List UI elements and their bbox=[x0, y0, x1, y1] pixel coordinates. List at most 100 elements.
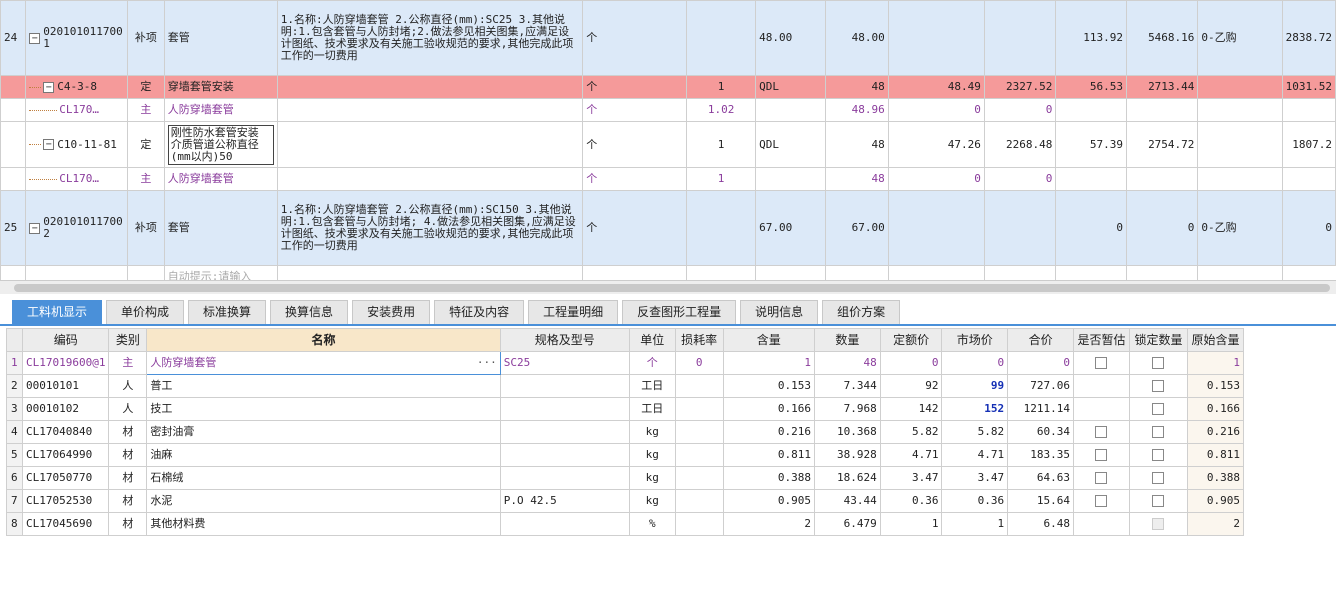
resource-category[interactable]: 人 bbox=[108, 397, 148, 421]
estimate-checkbox[interactable] bbox=[1095, 495, 1108, 507]
lock-cell[interactable] bbox=[1128, 466, 1188, 490]
resource-name[interactable]: 人防穿墙套管 ··· bbox=[146, 351, 501, 375]
column-header[interactable]: 数量 bbox=[813, 328, 881, 352]
resource-code[interactable]: 00010102 bbox=[21, 397, 110, 421]
resource-spec[interactable] bbox=[499, 443, 630, 467]
resource-name[interactable]: 普工 bbox=[146, 374, 501, 398]
resource-loss[interactable] bbox=[674, 466, 724, 490]
item-name[interactable]: 套管 bbox=[163, 0, 278, 76]
resource-loss[interactable] bbox=[674, 374, 724, 398]
column-header[interactable]: 规格及型号 bbox=[499, 328, 630, 352]
resource-name[interactable]: 石棉绒 bbox=[146, 466, 501, 490]
resource-category[interactable]: 材 bbox=[108, 443, 148, 467]
resource-market-price[interactable]: 0.36 bbox=[941, 489, 1009, 513]
item-expr[interactable]: 1 bbox=[686, 167, 757, 191]
lock-checkbox[interactable] bbox=[1152, 403, 1165, 415]
resource-loss[interactable] bbox=[674, 512, 724, 536]
item-feature[interactable] bbox=[276, 167, 584, 191]
resource-loss[interactable] bbox=[674, 397, 724, 421]
resource-name[interactable]: 技工 bbox=[146, 397, 501, 421]
item-name[interactable]: 刚性防水套管安装 介质管道公称直径 (mm以内)50 bbox=[163, 121, 278, 168]
resource-category[interactable]: 材 bbox=[108, 512, 148, 536]
resource-market-price[interactable]: 0 bbox=[941, 351, 1009, 375]
resource-quantity[interactable]: 7.344 bbox=[813, 374, 881, 398]
item-feature[interactable]: 1.名称:人防穿墙套管 2.公称直径(mm):SC25 3.其他说明:1.包含套… bbox=[276, 0, 584, 76]
item-name[interactable]: 套管 bbox=[163, 190, 278, 266]
item-quantity[interactable]: 67.00 bbox=[755, 190, 826, 266]
item-feature[interactable] bbox=[276, 98, 584, 122]
resource-spec[interactable]: SC25 bbox=[499, 351, 630, 375]
resource-name[interactable]: 其他材料费 bbox=[146, 512, 501, 536]
lock-cell[interactable] bbox=[1128, 489, 1188, 513]
resource-content[interactable]: 0.166 bbox=[722, 397, 815, 421]
lock-checkbox[interactable] bbox=[1152, 495, 1165, 507]
resource-spec[interactable]: P.O 42.5 bbox=[499, 489, 630, 513]
resource-row[interactable]: 7 CL17052530 材水泥 P.O 42.5 kg 0.905 43.44 0.36 0.… bbox=[6, 489, 1245, 513]
resource-quantity[interactable]: 48 bbox=[813, 351, 881, 375]
item-code[interactable]: − C4-3-8 bbox=[25, 75, 128, 99]
collapse-toggle-icon[interactable]: − bbox=[29, 32, 41, 44]
estimate-cell[interactable] bbox=[1072, 351, 1130, 375]
resource-loss[interactable] bbox=[674, 420, 724, 444]
estimate-cell[interactable] bbox=[1072, 420, 1130, 444]
resource-code[interactable]: CL17040840 bbox=[21, 420, 110, 444]
item-code[interactable]: CL170… bbox=[25, 98, 128, 122]
bill-row[interactable]: 24−020101011700 1 补项 套管 1.名称:人防穿墙套管 2.公称直径(… bbox=[0, 0, 1336, 76]
lock-cell[interactable] bbox=[1128, 351, 1188, 375]
lock-checkbox[interactable] bbox=[1152, 472, 1165, 484]
resource-row[interactable]: 8 CL17045690 材其他材料费% 2 6.479 1 1 6.48 2 bbox=[6, 512, 1245, 536]
resource-code[interactable]: CL17050770 bbox=[21, 466, 110, 490]
resource-quantity[interactable]: 10.368 bbox=[813, 420, 881, 444]
tab-5[interactable]: 安装费用 bbox=[352, 300, 431, 324]
resource-unit[interactable]: kg bbox=[628, 443, 676, 467]
estimate-cell[interactable] bbox=[1072, 512, 1130, 536]
resource-row[interactable]: 2 00010101 人普工 工日 0.153 7.344 92 99 727.06 0.153 bbox=[6, 374, 1245, 398]
item-expr[interactable] bbox=[686, 0, 757, 76]
collapse-toggle-icon[interactable]: − bbox=[29, 222, 41, 234]
estimate-checkbox[interactable] bbox=[1095, 426, 1108, 438]
resource-row[interactable]: 1 CL17019600@1 主人防穿墙套管 ··· SC25 个 0 1 48 0 0 0 1 bbox=[6, 351, 1245, 375]
column-header[interactable]: 名称 bbox=[146, 328, 501, 352]
resource-market-price[interactable]: 4.71 bbox=[941, 443, 1009, 467]
item-code[interactable]: −020101011700 1 bbox=[25, 0, 128, 76]
resource-market-price[interactable]: 99 bbox=[941, 374, 1009, 398]
bill-row[interactable]: 25−020101011700 2 补项 套管 1.名称:人防穿墙套管 2.公称直径(… bbox=[0, 190, 1336, 266]
lock-cell[interactable] bbox=[1128, 420, 1188, 444]
estimate-cell[interactable] bbox=[1072, 466, 1130, 490]
resource-loss[interactable] bbox=[674, 443, 724, 467]
horizontal-scrollbar[interactable] bbox=[0, 280, 1336, 294]
resource-spec[interactable] bbox=[499, 420, 630, 444]
resource-name[interactable]: 密封油膏 bbox=[146, 420, 501, 444]
resource-code[interactable]: CL17064990 bbox=[21, 443, 110, 467]
lock-checkbox[interactable] bbox=[1152, 357, 1165, 369]
item-expr[interactable]: 1.02 bbox=[686, 98, 757, 122]
resource-unit[interactable]: 工日 bbox=[628, 397, 676, 421]
tab-6[interactable]: 特征及内容 bbox=[434, 300, 525, 324]
item-code[interactable]: −020101011700 2 bbox=[25, 190, 128, 266]
bill-row[interactable]: CL170… 主人防穿墙套管个 1.02 48.96 0 0 bbox=[0, 98, 1336, 122]
resource-content[interactable]: 0.905 bbox=[722, 489, 815, 513]
resource-spec[interactable] bbox=[499, 374, 630, 398]
item-feature[interactable] bbox=[276, 121, 584, 168]
resource-category[interactable]: 主 bbox=[108, 351, 148, 375]
resource-category[interactable]: 材 bbox=[108, 466, 148, 490]
tab-3[interactable]: 标准换算 bbox=[188, 300, 267, 324]
lock-checkbox[interactable] bbox=[1152, 449, 1165, 461]
column-header[interactable]: 损耗率 bbox=[674, 328, 724, 352]
lock-checkbox[interactable] bbox=[1152, 426, 1165, 438]
estimate-cell[interactable] bbox=[1072, 443, 1130, 467]
item-quantity[interactable]: QDL bbox=[755, 121, 826, 168]
lock-checkbox[interactable] bbox=[1152, 518, 1165, 530]
resource-quantity[interactable]: 6.479 bbox=[813, 512, 881, 536]
column-header[interactable]: 编码 bbox=[21, 328, 110, 352]
bill-row[interactable]: − C10-11-81 定刚性防水套管安装 介质管道公称直径 (mm以内)50 个 1 Q… bbox=[0, 121, 1336, 168]
item-name[interactable]: 人防穿墙套管 bbox=[163, 98, 278, 122]
lock-checkbox[interactable] bbox=[1152, 380, 1165, 392]
item-expr[interactable] bbox=[686, 190, 757, 266]
resource-spec[interactable] bbox=[499, 397, 630, 421]
estimate-checkbox[interactable] bbox=[1095, 449, 1108, 461]
resource-category[interactable]: 材 bbox=[108, 489, 148, 513]
resource-row[interactable]: 3 00010102 人技工 工日 0.166 7.968 142 152 1211.14 0.1… bbox=[6, 397, 1245, 421]
resource-quantity[interactable]: 18.624 bbox=[813, 466, 881, 490]
resource-content[interactable]: 1 bbox=[722, 351, 815, 375]
